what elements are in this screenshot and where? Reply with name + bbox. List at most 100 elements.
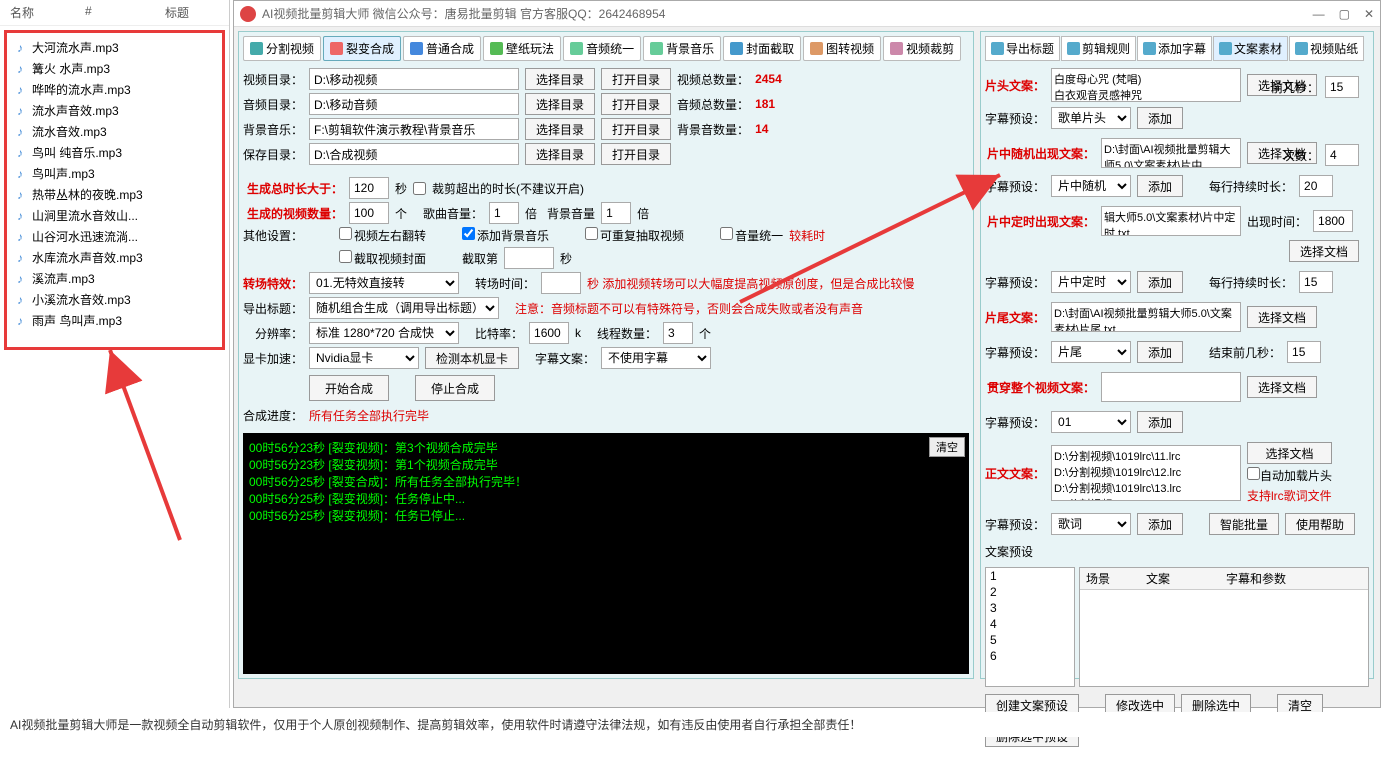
preset5-add-button[interactable]: 添加 — [1137, 411, 1183, 433]
preset-item[interactable]: 1 — [986, 568, 1074, 584]
tail-textarea[interactable]: D:\封面\AI视频批量剪辑大师5.0\文案素材\片尾.txt — [1051, 302, 1241, 332]
rtab-2[interactable]: 添加字幕 — [1137, 36, 1212, 61]
res-select[interactable]: 标准 1280*720 合成快 — [309, 322, 459, 344]
auto-load-checkbox[interactable] — [1247, 467, 1260, 480]
file-item[interactable]: ♪哗哗的流水声.mp3 — [11, 79, 218, 100]
export-title-select[interactable]: 随机组合生成（调用导出标题） — [309, 297, 499, 319]
preset6-select[interactable]: 歌词 — [1051, 513, 1131, 535]
rtab-0[interactable]: 导出标题 — [985, 36, 1060, 61]
gpu-select[interactable]: Nvidia显卡 — [309, 347, 419, 369]
preset-item[interactable]: 3 — [986, 600, 1074, 616]
sub-select[interactable]: 不使用字幕 — [601, 347, 711, 369]
rtab-1[interactable]: 剪辑规则 — [1061, 36, 1136, 61]
file-item[interactable]: ♪鸟叫声.mp3 — [11, 163, 218, 184]
file-item[interactable]: ♪水库流水声音效.mp3 — [11, 247, 218, 268]
cover-sec-input[interactable] — [504, 247, 554, 269]
preset-item[interactable]: 6 — [986, 648, 1074, 664]
bgm-dir-open-button[interactable]: 打开目录 — [601, 118, 671, 140]
gen-count-input[interactable] — [349, 202, 389, 224]
file-item[interactable]: ♪大河流水声.mp3 — [11, 37, 218, 58]
rtab-3[interactable]: 文案素材 — [1213, 36, 1288, 61]
times-input[interactable] — [1325, 144, 1359, 166]
file-item[interactable]: ♪鸟叫 纯音乐.mp3 — [11, 142, 218, 163]
add-bgm-checkbox[interactable] — [462, 227, 475, 240]
threads-input[interactable] — [663, 322, 693, 344]
file-item[interactable]: ♪流水声音效.mp3 — [11, 100, 218, 121]
tab-7[interactable]: 图转视频 — [803, 36, 881, 61]
file-item[interactable]: ♪篝火 水声.mp3 — [11, 58, 218, 79]
end-sec-input[interactable] — [1287, 341, 1321, 363]
file-item[interactable]: ♪山谷河水迅速流淌... — [11, 226, 218, 247]
preset3-select[interactable]: 片中定时 — [1051, 271, 1131, 293]
trans-select[interactable]: 01.无特效直接转 — [309, 272, 459, 294]
total-len-input[interactable] — [349, 177, 389, 199]
cut-extra-checkbox[interactable] — [413, 182, 426, 195]
main-textarea[interactable]: D:\分割视频\1019lrc\11.lrc D:\分割视频\1019lrc\1… — [1051, 445, 1241, 501]
preset-list[interactable]: 123456 — [985, 567, 1075, 687]
preset1-select[interactable]: 歌单片头 — [1051, 107, 1131, 129]
bg-vol-input[interactable] — [601, 202, 631, 224]
preset3-add-button[interactable]: 添加 — [1137, 271, 1183, 293]
close-button[interactable]: ✕ — [1364, 7, 1374, 21]
mid-time-choose-button[interactable]: 选择文档 — [1289, 240, 1359, 262]
preset-item[interactable]: 5 — [986, 632, 1074, 648]
stop-button[interactable]: 停止合成 — [415, 375, 495, 401]
tab-5[interactable]: 背景音乐 — [643, 36, 721, 61]
pre-sec-input[interactable] — [1325, 76, 1359, 98]
save-dir-open-button[interactable]: 打开目录 — [601, 143, 671, 165]
bgm-dir-input[interactable] — [309, 118, 519, 140]
tab-0[interactable]: 分割视频 — [243, 36, 321, 61]
audio-dir-open-button[interactable]: 打开目录 — [601, 93, 671, 115]
preset4-select[interactable]: 片尾 — [1051, 341, 1131, 363]
tab-4[interactable]: 音频统一 — [563, 36, 641, 61]
preset2-add-button[interactable]: 添加 — [1137, 175, 1183, 197]
tab-6[interactable]: 封面截取 — [723, 36, 801, 61]
preset-item[interactable]: 4 — [986, 616, 1074, 632]
bitrate-input[interactable] — [529, 322, 569, 344]
each-dur-input[interactable] — [1299, 175, 1333, 197]
save-dir-input[interactable] — [309, 143, 519, 165]
tab-3[interactable]: 壁纸玩法 — [483, 36, 561, 61]
save-dir-choose-button[interactable]: 选择目录 — [525, 143, 595, 165]
flip-checkbox[interactable] — [339, 227, 352, 240]
video-dir-choose-button[interactable]: 选择目录 — [525, 68, 595, 90]
appear-input[interactable] — [1313, 210, 1353, 232]
song-vol-input[interactable] — [489, 202, 519, 224]
bgm-dir-choose-button[interactable]: 选择目录 — [525, 118, 595, 140]
whole-choose-button[interactable]: 选择文档 — [1247, 376, 1317, 398]
tab-8[interactable]: 视频裁剪 — [883, 36, 961, 61]
file-item[interactable]: ♪溪流声.mp3 — [11, 268, 218, 289]
audio-dir-choose-button[interactable]: 选择目录 — [525, 93, 595, 115]
trans-time-input[interactable] — [541, 272, 581, 294]
file-item[interactable]: ♪山涧里流水音效山... — [11, 205, 218, 226]
help-button[interactable]: 使用帮助 — [1285, 513, 1355, 535]
cover-checkbox[interactable] — [339, 250, 352, 263]
start-button[interactable]: 开始合成 — [309, 375, 389, 401]
video-dir-open-button[interactable]: 打开目录 — [601, 68, 671, 90]
video-dir-input[interactable] — [309, 68, 519, 90]
preset6-add-button[interactable]: 添加 — [1137, 513, 1183, 535]
audio-dir-input[interactable] — [309, 93, 519, 115]
file-item[interactable]: ♪热带丛林的夜晚.mp3 — [11, 184, 218, 205]
preset5-select[interactable]: 01 — [1051, 411, 1131, 433]
smart-button[interactable]: 智能批量 — [1209, 513, 1279, 535]
preset-item[interactable]: 2 — [986, 584, 1074, 600]
preset2-select[interactable]: 片中随机 — [1051, 175, 1131, 197]
dedup-checkbox[interactable] — [585, 227, 598, 240]
tail-choose-button[interactable]: 选择文档 — [1247, 306, 1317, 328]
file-item[interactable]: ♪流水音效.mp3 — [11, 121, 218, 142]
detect-gpu-button[interactable]: 检测本机显卡 — [425, 347, 519, 369]
main-choose-button[interactable]: 选择文档 — [1247, 442, 1332, 464]
log-clear-button[interactable]: 清空 — [929, 437, 965, 457]
univol-checkbox[interactable] — [720, 227, 733, 240]
mid-time-textarea[interactable]: 辑大师5.0\文案素材\片中定时.txt — [1101, 206, 1241, 236]
file-item[interactable]: ♪小溪流水音效.mp3 — [11, 289, 218, 310]
each-dur2-input[interactable] — [1299, 271, 1333, 293]
tab-1[interactable]: 裂变合成 — [323, 36, 401, 61]
minimize-button[interactable]: — — [1313, 7, 1325, 21]
tab-2[interactable]: 普通合成 — [403, 36, 481, 61]
preset4-add-button[interactable]: 添加 — [1137, 341, 1183, 363]
rtab-4[interactable]: 视频贴纸 — [1289, 36, 1364, 61]
file-item[interactable]: ♪雨声 鸟叫声.mp3 — [11, 310, 218, 331]
whole-textarea[interactable] — [1101, 372, 1241, 402]
